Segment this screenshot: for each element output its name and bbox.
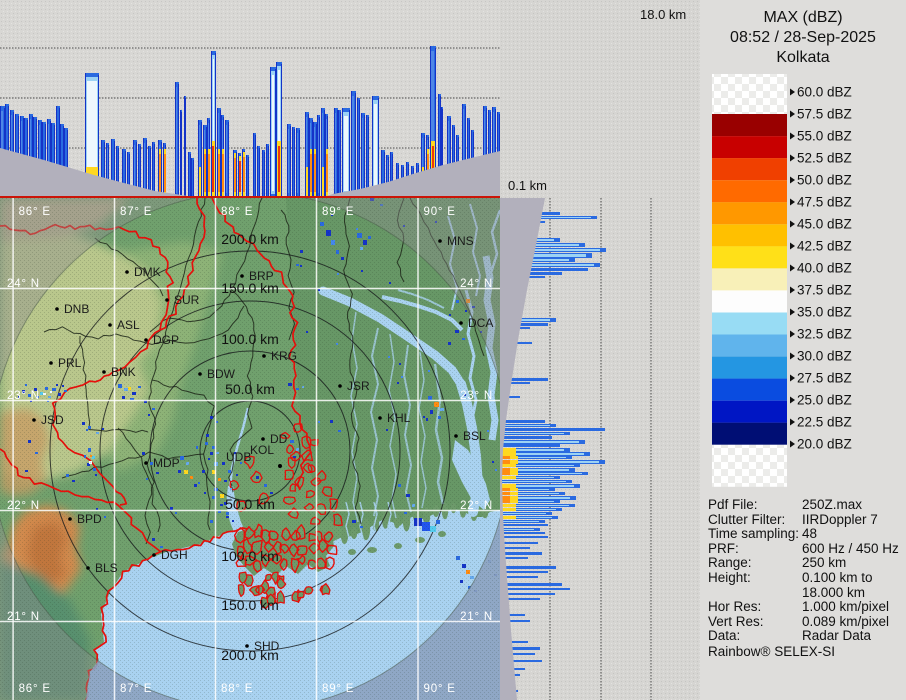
svg-text:600 Hz / 450 Hz: 600 Hz / 450 Hz [802, 541, 899, 556]
svg-text:89° E: 89° E [322, 683, 354, 695]
svg-text:Data:: Data: [708, 628, 740, 643]
svg-text:21° N: 21° N [460, 611, 493, 623]
svg-text:42.5 dBZ: 42.5 dBZ [797, 239, 852, 254]
svg-text:27.5 dBZ: 27.5 dBZ [797, 371, 852, 386]
svg-text:Range:: Range: [708, 555, 752, 570]
svg-text:87° E: 87° E [120, 206, 152, 218]
svg-text:24° N: 24° N [7, 278, 40, 290]
svg-text:0.1 km: 0.1 km [508, 178, 547, 193]
svg-text:21° N: 21° N [7, 611, 40, 623]
svg-text:Height:: Height: [708, 570, 751, 585]
svg-text:Vert Res:: Vert Res: [708, 614, 764, 629]
svg-text:DGH: DGH [161, 548, 188, 562]
svg-text:32.5 dBZ: 32.5 dBZ [797, 327, 852, 342]
svg-text:KRG: KRG [271, 349, 297, 363]
svg-text:200.0 km: 200.0 km [221, 231, 279, 247]
svg-text:23° N: 23° N [460, 390, 493, 402]
svg-text:50.0 km: 50.0 km [225, 381, 275, 397]
svg-text:89° E: 89° E [322, 206, 354, 218]
svg-text:DCA: DCA [468, 316, 493, 330]
svg-text:100.0 km: 100.0 km [221, 548, 279, 564]
svg-text:0.100 km to: 0.100 km to [802, 570, 873, 585]
svg-text:150.0 km: 150.0 km [221, 597, 279, 613]
svg-text:1.000 km/pixel: 1.000 km/pixel [802, 599, 889, 614]
svg-text:IIRDoppler 7: IIRDoppler 7 [802, 512, 878, 527]
svg-text:90° E: 90° E [424, 206, 456, 218]
svg-text:BPD: BPD [77, 512, 102, 526]
svg-text:88° E: 88° E [221, 683, 253, 695]
svg-text:25.0 dBZ: 25.0 dBZ [797, 393, 852, 408]
svg-text:BSL: BSL [463, 429, 486, 443]
svg-text:48: 48 [802, 526, 817, 541]
svg-text:PRL: PRL [58, 356, 82, 370]
svg-text:50.0 km: 50.0 km [225, 496, 275, 512]
svg-text:BRP: BRP [249, 269, 274, 283]
svg-text:JSR: JSR [347, 379, 370, 393]
svg-text:MAX (dBZ): MAX (dBZ) [763, 9, 842, 26]
svg-text:Radar Data: Radar Data [802, 628, 872, 643]
svg-text:Clutter Filter:: Clutter Filter: [708, 512, 785, 527]
svg-text:Kolkata: Kolkata [776, 49, 829, 66]
svg-text:250Z.max: 250Z.max [802, 497, 862, 512]
svg-text:SUR: SUR [174, 293, 200, 307]
svg-text:22° N: 22° N [7, 500, 40, 512]
svg-text:Hor Res:: Hor Res: [708, 599, 761, 614]
svg-text:45.0 dBZ: 45.0 dBZ [797, 217, 852, 232]
svg-text:MNS: MNS [447, 234, 474, 248]
svg-text:DNB: DNB [64, 302, 89, 316]
svg-text:57.5 dBZ: 57.5 dBZ [797, 107, 852, 122]
svg-text:50.0 dBZ: 50.0 dBZ [797, 173, 852, 188]
svg-text:35.0 dBZ: 35.0 dBZ [797, 305, 852, 320]
svg-text:24° N: 24° N [460, 278, 493, 290]
svg-text:88° E: 88° E [221, 206, 253, 218]
svg-text:DGP: DGP [153, 333, 179, 347]
svg-text:08:52 / 28-Sep-2025: 08:52 / 28-Sep-2025 [730, 29, 876, 46]
svg-text:18.0 km: 18.0 km [640, 7, 686, 22]
svg-text:Rainbow® SELEX-SI: Rainbow® SELEX-SI [708, 644, 835, 659]
svg-text:JSD: JSD [41, 413, 64, 427]
svg-text:BNK: BNK [111, 365, 136, 379]
svg-text:KHL: KHL [387, 411, 411, 425]
svg-text:100.0 km: 100.0 km [221, 331, 279, 347]
svg-text:0.089 km/pixel: 0.089 km/pixel [802, 614, 889, 629]
svg-text:DMK: DMK [134, 265, 161, 279]
svg-text:87° E: 87° E [120, 683, 152, 695]
svg-text:ASL: ASL [117, 318, 140, 332]
svg-text:90° E: 90° E [424, 683, 456, 695]
svg-text:86° E: 86° E [19, 206, 51, 218]
svg-text:BLS: BLS [95, 561, 118, 575]
svg-text:30.0 dBZ: 30.0 dBZ [797, 349, 852, 364]
svg-text:18.000 km: 18.000 km [802, 585, 865, 600]
svg-text:SHD: SHD [254, 639, 280, 653]
svg-text:52.5 dBZ: 52.5 dBZ [797, 151, 852, 166]
svg-text:PRF:: PRF: [708, 541, 739, 556]
svg-text:40.0 dBZ: 40.0 dBZ [797, 261, 852, 276]
svg-text:37.5 dBZ: 37.5 dBZ [797, 283, 852, 298]
svg-text:23° N: 23° N [7, 390, 40, 402]
svg-text:86° E: 86° E [19, 683, 51, 695]
svg-text:22.5 dBZ: 22.5 dBZ [797, 415, 852, 430]
svg-text:22° N: 22° N [460, 500, 493, 512]
svg-text:60.0 dBZ: 60.0 dBZ [797, 85, 852, 100]
svg-text:250 km: 250 km [802, 555, 846, 570]
svg-text:MDP: MDP [153, 456, 180, 470]
svg-text:Pdf File:: Pdf File: [708, 497, 758, 512]
svg-text:47.5 dBZ: 47.5 dBZ [797, 195, 852, 210]
svg-text:20.0 dBZ: 20.0 dBZ [797, 437, 852, 452]
svg-text:BDW: BDW [207, 367, 236, 381]
svg-text:UDB: UDB [226, 450, 251, 464]
svg-text:55.0 dBZ: 55.0 dBZ [797, 129, 852, 144]
svg-text:Time sampling:: Time sampling: [708, 526, 799, 541]
svg-text:KOL: KOL [250, 443, 274, 457]
